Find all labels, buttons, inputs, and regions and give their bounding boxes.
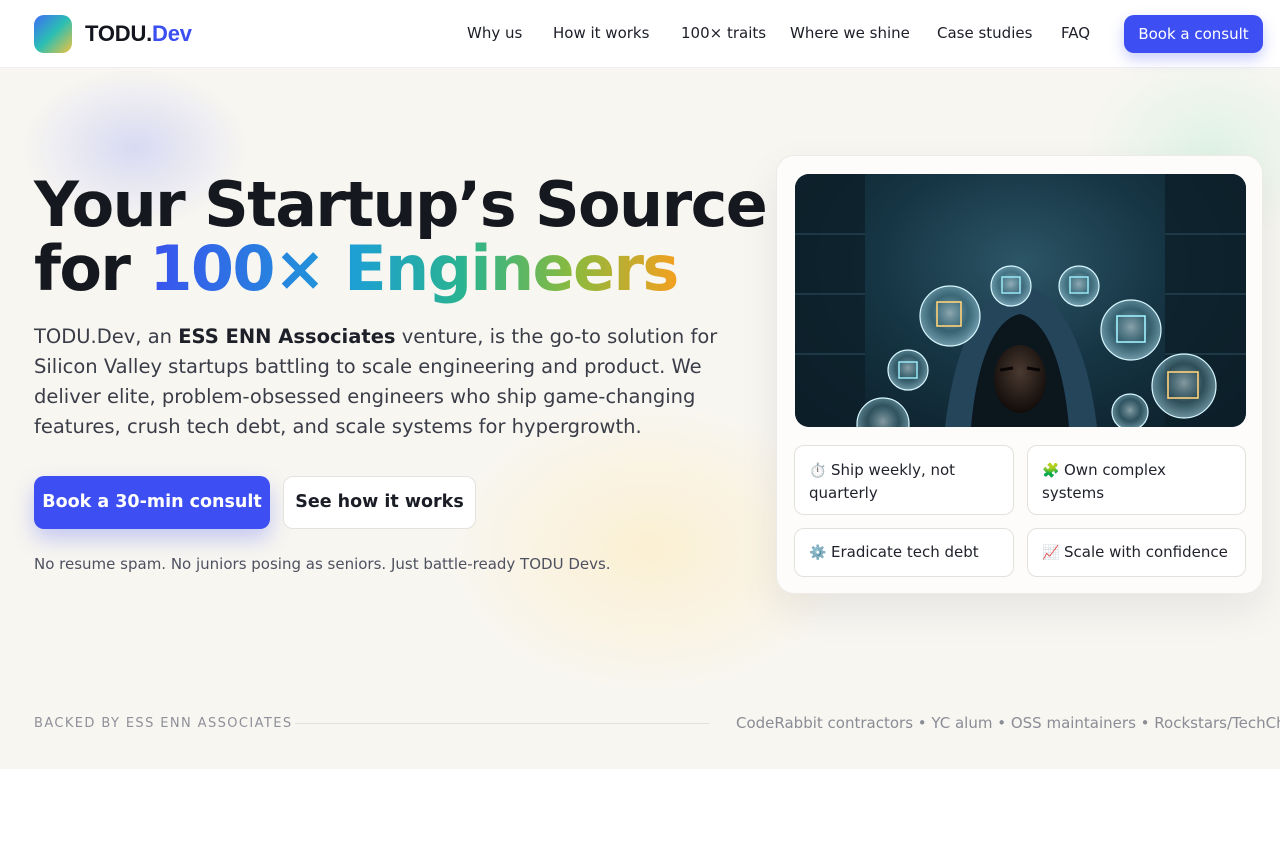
trait-own-complex-systems: 🧩 Own complex systems: [1027, 445, 1246, 515]
nav-link-how-it-works[interactable]: How it works: [553, 24, 649, 42]
divider: [295, 723, 710, 724]
trait-ship-weekly: ⏱️ Ship weekly, not quarterly: [794, 445, 1014, 515]
see-how-it-works-button[interactable]: See how it works: [283, 476, 476, 529]
next-section: [0, 769, 1280, 853]
company-name: ESS ENN Associates: [178, 325, 396, 348]
nav-link-faq[interactable]: FAQ: [1061, 24, 1090, 42]
gear-icon: ⚙️: [809, 545, 827, 561]
nav-link-case-studies[interactable]: Case studies: [937, 24, 1032, 42]
hero-headline: Your Startup’s Source for 100× Engineers: [34, 168, 768, 305]
hero-section: Your Startup’s Source for 100× Engineers…: [0, 68, 1280, 769]
puzzle-icon: 🧩: [1042, 463, 1060, 479]
book-consult-button[interactable]: Book a consult: [1124, 15, 1263, 53]
hero-fine-print: No resume spam. No juniors posing as sen…: [34, 555, 611, 573]
hero-description: TODU.Dev, an ESS ENN Associates venture,…: [34, 325, 718, 438]
trait-scale-with-confidence: 📈 Scale with confidence: [1027, 528, 1246, 577]
book-30-min-consult-button[interactable]: Book a 30-min consult: [34, 476, 270, 529]
nav-link-where-we-shine[interactable]: Where we shine: [790, 24, 910, 42]
nav-link-why-us[interactable]: Why us: [467, 24, 522, 42]
backed-by-label: BACKED BY ESS ENN ASSOCIATES: [34, 716, 293, 731]
top-navbar: TODU.Dev Why us How it works 100× traits…: [0, 0, 1280, 68]
trait-eradicate-tech-debt: ⚙️ Eradicate tech debt: [794, 528, 1014, 577]
hooded-engineer-illustration: [795, 174, 1246, 427]
chart-up-icon: 📈: [1042, 545, 1060, 561]
headline-highlight: 100× Engineers: [149, 232, 679, 305]
nav-link-traits[interactable]: 100× traits: [681, 24, 766, 42]
stopwatch-icon: ⏱️: [809, 463, 827, 479]
hero-feature-card: ⏱️ Ship weekly, not quarterly 🧩 Own comple…: [776, 155, 1263, 594]
social-proof-list: CodeRabbit contractors • YC alum • OSS m…: [736, 714, 1280, 732]
